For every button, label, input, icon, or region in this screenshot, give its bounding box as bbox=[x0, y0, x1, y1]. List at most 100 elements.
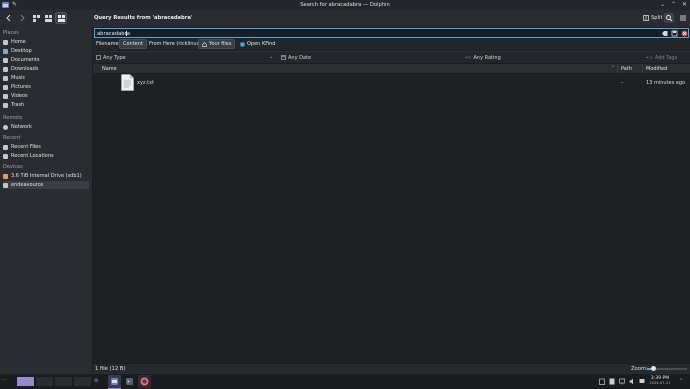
sidebar-item-label: Documents bbox=[11, 57, 40, 63]
expand-tray-icon[interactable]: ⌃ bbox=[679, 378, 683, 384]
notifications-icon[interactable] bbox=[609, 378, 615, 385]
close-icon[interactable]: ✕ bbox=[681, 2, 688, 8]
rating-facet-label: Any Rating bbox=[473, 54, 501, 61]
zoom-slider[interactable] bbox=[647, 366, 687, 371]
sidebar-item-downloads[interactable]: Downloads bbox=[3, 65, 89, 73]
hamburger-menu-button[interactable] bbox=[678, 13, 688, 23]
menu-icon bbox=[680, 15, 686, 21]
name-column-header[interactable]: Name bbox=[102, 66, 117, 72]
save-search-icon[interactable] bbox=[671, 30, 678, 37]
open-kfind-button[interactable]: Open KFind bbox=[237, 40, 278, 48]
view-compact-button[interactable] bbox=[43, 13, 53, 23]
view-details-button[interactable] bbox=[55, 12, 67, 24]
split-label: Split bbox=[651, 15, 663, 21]
modified-column-header[interactable]: Modified bbox=[646, 66, 667, 72]
drive-icon bbox=[3, 173, 8, 179]
column-divider[interactable] bbox=[642, 64, 643, 73]
rating-facet-select[interactable]: ☆ Any Rating bbox=[467, 54, 501, 61]
table-row[interactable]: xyz.txt – 13 minutes ago bbox=[93, 73, 690, 92]
remote-heading: Remote bbox=[3, 115, 23, 121]
sidebar-item-recent-locations[interactable]: Recent Locations bbox=[3, 152, 89, 160]
minimize-icon[interactable]: ⌄ bbox=[659, 2, 666, 8]
sidebar-item-endeavouros[interactable]: endeavouros bbox=[3, 181, 89, 189]
status-text: 1 file (12 B) bbox=[95, 366, 126, 372]
clock[interactable]: 3:39 PM 2024-07-21 bbox=[646, 376, 674, 386]
search-input[interactable] bbox=[97, 30, 637, 37]
zoom-slider-handle[interactable] bbox=[650, 366, 656, 371]
text-caret bbox=[126, 31, 127, 36]
your-files-label: Your files bbox=[209, 41, 232, 47]
sidebar-item-internal-drive[interactable]: 3.6 TiB Internal Drive (sdb1) bbox=[3, 172, 89, 180]
desktop-2[interactable] bbox=[36, 377, 53, 386]
forward-button[interactable] bbox=[17, 13, 27, 23]
sidebar-item-recent-files[interactable]: Recent Files bbox=[3, 143, 89, 151]
clock-date: 2024-07-21 bbox=[649, 381, 671, 385]
chevron-down-icon[interactable]: ⌄ bbox=[269, 54, 273, 60]
home-icon bbox=[202, 41, 207, 47]
search-options-row: Filename Content From Here (ricklinux) Y… bbox=[93, 39, 690, 50]
desktop-4[interactable] bbox=[74, 377, 91, 386]
date-facet-select[interactable]: Any Date bbox=[281, 54, 311, 61]
firefox-icon bbox=[140, 377, 149, 386]
sidebar-item-documents[interactable]: Documents bbox=[3, 56, 89, 64]
filename-filter-button[interactable]: Filename bbox=[93, 40, 122, 48]
firefox-task-button[interactable] bbox=[138, 375, 151, 388]
clear-text-icon[interactable] bbox=[661, 30, 668, 37]
from-here-button[interactable]: From Here (ricklinux) bbox=[146, 40, 205, 48]
sidebar-item-trash[interactable]: Trash bbox=[3, 101, 89, 109]
open-kfind-label: Open KFind bbox=[247, 41, 276, 47]
sidebar-item-label: Videos bbox=[11, 93, 28, 99]
sidebar-item-label: Network bbox=[11, 124, 32, 130]
clipboard-icon[interactable] bbox=[599, 378, 605, 385]
content-filter-button[interactable]: Content bbox=[119, 39, 147, 49]
file-name[interactable]: xyz.txt bbox=[137, 80, 154, 86]
sidebar-item-label: endeavouros bbox=[11, 182, 44, 188]
back-button[interactable] bbox=[4, 13, 14, 23]
kfind-icon bbox=[240, 42, 245, 46]
sidebar-item-label: Trash bbox=[11, 102, 25, 108]
sidebar-item-pictures[interactable]: Pictures bbox=[3, 83, 89, 91]
arrow-left-icon bbox=[6, 14, 11, 22]
search-toggle-button[interactable] bbox=[664, 13, 674, 23]
type-facet-select[interactable]: Any Type bbox=[96, 54, 126, 61]
main-toolbar: Query Results from 'abracadabra' Split bbox=[0, 10, 690, 27]
split-button[interactable]: Split bbox=[641, 13, 665, 23]
sidebar-item-label: Downloads bbox=[11, 66, 39, 72]
close-search-icon[interactable] bbox=[681, 30, 688, 37]
text-file-icon bbox=[121, 74, 134, 91]
show-desktop-icon[interactable]: ⋯ bbox=[2, 377, 10, 386]
music-icon bbox=[3, 75, 8, 81]
desktop-3[interactable] bbox=[55, 377, 72, 386]
desktop-1[interactable] bbox=[17, 377, 34, 386]
file-modified: 13 minutes ago bbox=[646, 80, 686, 86]
sidebar-item-videos[interactable]: Videos bbox=[3, 92, 89, 100]
places-panel: Places Home Desktop Documents Downloads … bbox=[0, 27, 93, 373]
view-icons-button[interactable] bbox=[31, 13, 41, 23]
path-column-header[interactable]: Path bbox=[621, 66, 632, 72]
calendar-icon bbox=[281, 55, 286, 60]
column-divider[interactable] bbox=[617, 64, 618, 73]
sidebar-item-desktop[interactable]: Desktop bbox=[3, 47, 89, 55]
video-icon bbox=[3, 93, 8, 99]
network-tray-icon[interactable] bbox=[639, 378, 645, 385]
maximize-icon[interactable]: ⌃ bbox=[670, 2, 677, 8]
your-files-button[interactable]: Your files bbox=[197, 39, 236, 49]
recent-heading: Recent bbox=[3, 135, 21, 141]
system-settings-icon[interactable]: ⚙ bbox=[94, 378, 98, 384]
dolphin-task-button[interactable] bbox=[108, 375, 121, 389]
sidebar-item-label: Desktop bbox=[11, 48, 32, 54]
dolphin-app-icon bbox=[111, 378, 118, 385]
volume-icon[interactable] bbox=[629, 378, 635, 385]
taskbar: ⋯ ⚙ 3:39 PM 2024-07-21 ⌃ bbox=[0, 373, 690, 389]
add-tags-button[interactable]: ◇ Add Tags bbox=[649, 54, 677, 61]
recent-locations-icon bbox=[3, 153, 8, 159]
sidebar-item-network[interactable]: Network bbox=[3, 123, 89, 131]
terminal-task-button[interactable] bbox=[123, 375, 136, 388]
display-icon[interactable] bbox=[619, 378, 625, 385]
root-drive-icon bbox=[3, 182, 8, 188]
file-view-pane: Filename Content From Here (ricklinux) Y… bbox=[93, 27, 690, 374]
home-icon bbox=[3, 39, 8, 45]
compact-view-icon bbox=[45, 15, 52, 22]
sidebar-item-home[interactable]: Home bbox=[3, 38, 89, 46]
sidebar-item-music[interactable]: Music bbox=[3, 74, 89, 82]
